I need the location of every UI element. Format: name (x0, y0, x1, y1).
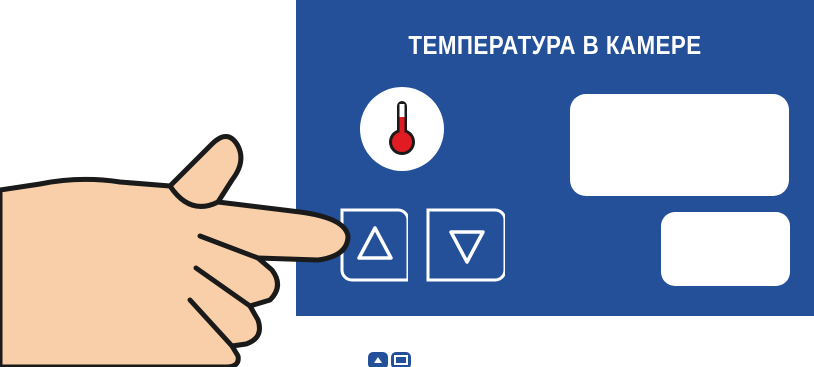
secondary-display (661, 212, 790, 286)
pointing-hand-icon (0, 134, 351, 367)
thermometer-badge (360, 87, 444, 171)
temperature-control-panel: ТЕМПЕРАТУРА В КАМЕРЕ (296, 0, 814, 316)
thermometer-icon (389, 101, 415, 155)
main-temperature-display (570, 94, 789, 196)
panel-title: ТЕМПЕРАТУРА В КАМЕРЕ (408, 30, 702, 60)
triangle-down-icon (426, 208, 505, 282)
decrease-button[interactable] (425, 206, 505, 284)
key-reference-icon (368, 352, 411, 367)
